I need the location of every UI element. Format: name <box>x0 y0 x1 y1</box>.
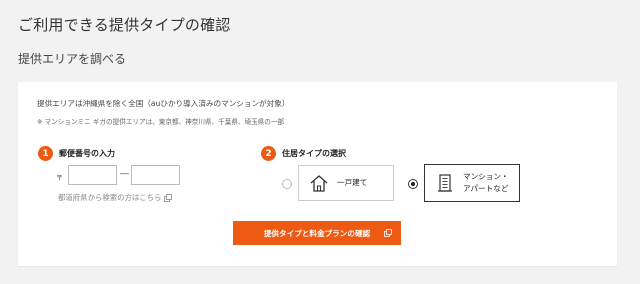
external-link-icon <box>164 193 173 202</box>
confirm-plan-button[interactable]: 提供タイプと料金プランの確認 <box>233 221 401 245</box>
apartment-type-label: マンション・ アパートなど <box>463 172 509 193</box>
area-sub-note: ※ マンションミニ ギガの提供エリアは、東京都、神奈川県、千葉県、埼玉県の一部 <box>37 118 285 126</box>
area-note: 提供エリアは沖縄県を除く全国（auひかり導入済みのマンションが対象） <box>37 99 290 108</box>
apartment-icon <box>438 174 452 192</box>
external-link-icon <box>384 229 392 237</box>
zip-second-input[interactable] <box>131 165 180 185</box>
step2-header: 2 住居タイプの選択 <box>261 146 346 161</box>
step2-label: 住居タイプの選択 <box>282 149 346 158</box>
prefecture-search-link[interactable]: 都道府県から検索の方はこちら <box>58 192 173 203</box>
apartment-type-option[interactable]: マンション・ アパートなど <box>424 164 520 202</box>
step2-number-badge: 2 <box>261 146 276 161</box>
zip-mark: 〒 <box>56 174 63 182</box>
apartment-radio[interactable] <box>408 179 418 189</box>
area-check-card: 提供エリアは沖縄県を除く全国（auひかり導入済みのマンションが対象） ※ マンシ… <box>18 82 617 266</box>
page-title: ご利用できる提供タイプの確認 <box>18 16 231 34</box>
prefecture-search-link-text: 都道府県から検索の方はこちら <box>58 193 162 202</box>
step1-number-badge: 1 <box>38 146 53 161</box>
house-radio[interactable] <box>282 179 292 189</box>
confirm-plan-button-label: 提供タイプと料金プランの確認 <box>263 228 371 238</box>
step1-label: 郵便番号の入力 <box>59 149 115 158</box>
section-subtitle: 提供エリアを調べる <box>18 52 127 66</box>
house-icon <box>310 175 328 192</box>
zip-first-input[interactable] <box>68 165 117 185</box>
step1-header: 1 郵便番号の入力 <box>38 146 115 161</box>
house-type-option[interactable]: 一戸建て <box>298 165 394 201</box>
house-type-label: 一戸建て <box>337 178 368 187</box>
zip-dash: ― <box>120 169 129 179</box>
